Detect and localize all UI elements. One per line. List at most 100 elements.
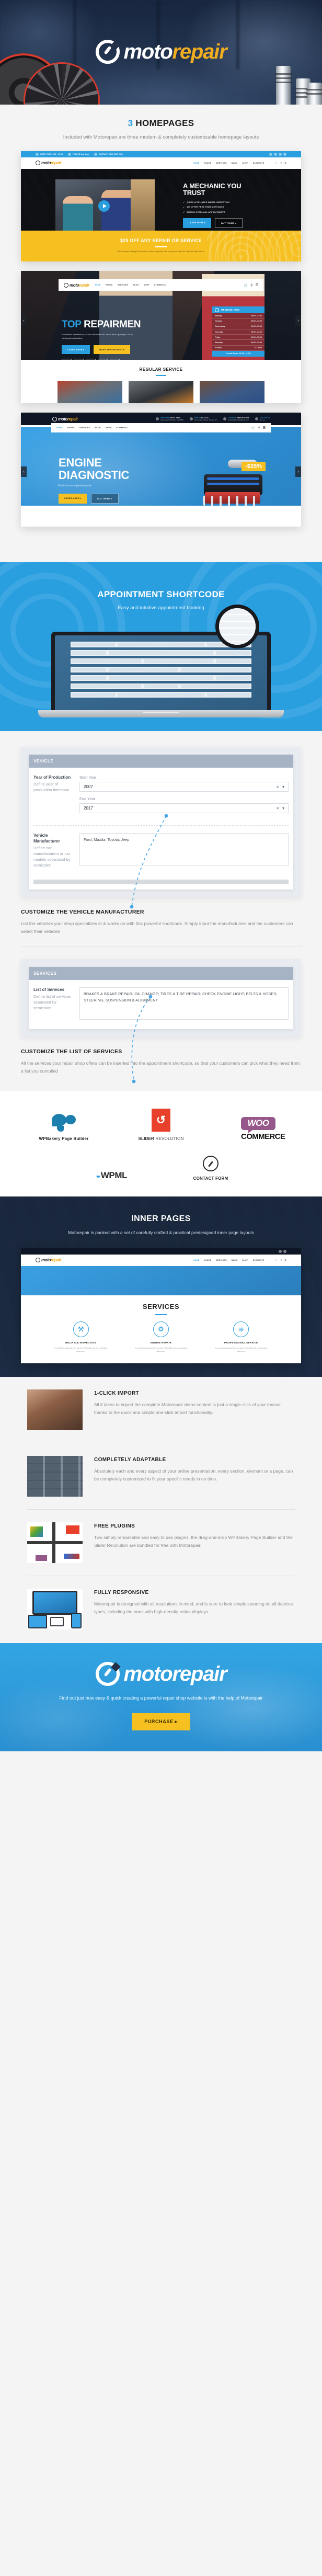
mock3-menu[interactable]: HOME PAGES SERVICES BLOG SHOP ELEMENTS (56, 427, 128, 429)
slider-prev-arrow[interactable]: ‹ (21, 315, 27, 326)
services-panel-outer: SERVICES List of Services Define list of… (21, 959, 301, 1038)
inner-logo[interactable]: motorepair (36, 1258, 61, 1263)
menu-item-pages[interactable]: PAGES (106, 284, 113, 286)
cart-icon[interactable]: 🛒 (251, 426, 255, 430)
homepage-mockup-2[interactable]: motorepair HOME PAGES SERVICES BLOG SHOP… (21, 271, 301, 404)
opening-row: Tuesday 09:00 - 17:00 (212, 318, 264, 324)
services-field-label: List of Services (33, 987, 65, 993)
menu-item-elements[interactable]: ELEMENTS (154, 284, 166, 286)
chevron-down-icon[interactable]: ▾ (282, 806, 284, 811)
inner-service-card[interactable]: ⚙ ENGINE REPAIR Pro inimicus sapientem a… (127, 1321, 194, 1353)
mock2-menu[interactable]: HOME PAGES SERVICES BLOG SHOP ELEMENTS (95, 284, 166, 286)
menu-item-services[interactable]: SERVICES (118, 284, 129, 286)
manufacturer-textarea[interactable]: Ford; Mazda; Toyota; Jeep (79, 833, 289, 866)
menu-item-services[interactable]: SERVICES (79, 427, 90, 429)
menu-item-shop[interactable]: SHOP (242, 162, 248, 164)
chevron-down-icon[interactable]: ▾ (282, 784, 284, 789)
mock1-logo[interactable]: motorepair (36, 161, 61, 166)
inner-service-card[interactable]: ⚒ RELIABLE INSPECTION Pro inimicus sapie… (47, 1321, 114, 1353)
menu-item-services[interactable]: SERVICES (216, 162, 227, 164)
search-icon[interactable]: ⚲ (250, 283, 252, 287)
start-year-value: 2007 (84, 784, 93, 790)
menu-item-blog[interactable]: BLOG (232, 1259, 238, 1261)
inner-menu[interactable]: HOME PAGES SERVICES BLOG SHOP ELEMENTS 🛒… (193, 1259, 286, 1261)
search-icon[interactable]: ⚲ (258, 426, 260, 430)
menu-item-blog[interactable]: BLOG (232, 162, 238, 164)
clear-icon[interactable]: × (277, 784, 279, 789)
slider-next-arrow[interactable]: › (295, 466, 301, 477)
slider-prev-arrow[interactable]: ‹ (21, 466, 27, 477)
mock1-promo-title: $25 OFF ANY REPAIR OR SERVICE (120, 237, 202, 243)
search-icon[interactable]: ⚲ (281, 1259, 282, 1261)
search-icon[interactable]: ⚲ (281, 162, 282, 164)
menu-item-pages[interactable]: PAGES (204, 1259, 211, 1261)
feature-title: FREE PLUGINS (94, 1523, 135, 1529)
menu-item-pages[interactable]: PAGES (67, 427, 75, 429)
homepage-mockup-3[interactable]: motorepair WORK TIME 09:00 - 17:00 Saturd… (21, 413, 301, 527)
linkedin-icon[interactable] (274, 152, 277, 156)
service-card-image[interactable] (129, 381, 193, 404)
grid-icon[interactable]: ☰ (256, 283, 258, 287)
clear-icon[interactable]: × (277, 806, 279, 811)
plugin-wpml: ◒WPML (77, 1170, 145, 1181)
mock1-brand-accent: repair (50, 161, 61, 166)
end-year-select[interactable]: 2017 × ▾ (79, 803, 289, 814)
social-icons[interactable]: ● ● ● ● (260, 419, 270, 421)
buy-theme-button[interactable]: BUY THEME ▸ (91, 494, 119, 504)
menu-item-elements[interactable]: ELEMENTS (116, 427, 128, 429)
feature-row-adaptable: COMPLETELY ADAPTABLE Absolutely each and… (0, 1443, 322, 1497)
mock3-logo[interactable]: motorepair (52, 416, 78, 421)
service-card-image[interactable] (58, 381, 122, 404)
mock1-menu[interactable]: HOME PAGES SERVICES BLOG SHOP ELEMENTS 🛒… (193, 162, 286, 164)
purchase-button[interactable]: PURCHASE ▸ (132, 1713, 190, 1730)
menu-item-blog[interactable]: BLOG (133, 284, 139, 286)
mock3-follow-us[interactable]: FOLLOW US ● ● ● ● (255, 417, 270, 421)
twitter-icon[interactable] (279, 1249, 282, 1253)
grid-icon[interactable]: ☰ (263, 426, 266, 430)
opening-title: OPENING TIME (221, 309, 240, 312)
facebook-icon[interactable] (279, 152, 282, 156)
start-year-select[interactable]: 2007 × ▾ (79, 782, 289, 792)
menu-item-shop[interactable]: SHOP (106, 427, 111, 429)
learn-more-button[interactable]: LEARN MORE ▸ (183, 218, 212, 229)
learn-more-button[interactable]: LEARN MORE ▸ (59, 494, 87, 504)
menu-item-pages[interactable]: PAGES (204, 162, 211, 164)
menu-item-shop[interactable]: SHOP (242, 1259, 248, 1261)
menu-item-home[interactable]: HOME (193, 162, 199, 164)
inner-banner (21, 1266, 301, 1295)
service-card-image[interactable] (200, 381, 264, 404)
cart-icon[interactable]: 🛒 (275, 1259, 278, 1261)
inner-pages-mockup[interactable]: motorepair HOME PAGES SERVICES BLOG SHOP… (21, 1248, 301, 1363)
learn-more-button[interactable]: LEARN MORE ▸ (62, 345, 90, 354)
buy-theme-button[interactable]: BUY THEME ▸ (215, 218, 243, 229)
speedometer-icon (95, 40, 120, 64)
feature-row-import: 1-CLICK IMPORT All it takes to import th… (0, 1377, 322, 1430)
play-button[interactable] (98, 200, 110, 212)
google-icon[interactable] (283, 152, 286, 156)
menu-item-home[interactable]: HOME (95, 284, 101, 286)
plugin-wpml-label: WPML (100, 1170, 128, 1181)
grid-icon[interactable]: ☰ (284, 1259, 286, 1261)
menu-item-blog[interactable]: BLOG (95, 427, 101, 429)
facebook-icon[interactable] (283, 1249, 286, 1253)
menu-item-services[interactable]: SERVICES (216, 1259, 227, 1261)
menu-item-elements[interactable]: ELEMENTS (253, 162, 264, 164)
menu-item-elements[interactable]: ELEMENTS (253, 1259, 264, 1261)
mock1-navbar: motorepair HOME PAGES SERVICES BLOG SHOP… (21, 157, 301, 169)
menu-item-home[interactable]: HOME (193, 1259, 199, 1261)
mock2-logo[interactable]: motorepair (64, 282, 89, 288)
slider-next-arrow[interactable]: › (295, 315, 301, 326)
grid-icon[interactable]: ☰ (284, 162, 286, 164)
services-textarea[interactable]: BRAKES & BRAKE REPAIR; OIL CHANGE; TIRES… (79, 987, 289, 1020)
twitter-icon[interactable] (269, 152, 272, 156)
homepage-mockup-1[interactable]: WORK TIME 09:00 - 17:00 FIND US New York… (21, 151, 301, 262)
cart-icon[interactable]: 🛒 (244, 283, 248, 287)
inner-service-card[interactable]: ⎈ PROFESSIONAL SERVICE Pro inimicus sapi… (208, 1321, 275, 1353)
menu-item-home[interactable]: HOME (56, 427, 63, 429)
menu-item-shop[interactable]: SHOP (144, 284, 150, 286)
mock1-brand-light: moto (41, 161, 51, 166)
make-appointment-button[interactable]: MAKE APPOINTMENT ▸ (94, 345, 131, 354)
cart-icon[interactable]: 🛒 (275, 162, 278, 164)
tire-icon: ◉ (74, 358, 84, 360)
mock1-social-links[interactable] (269, 152, 286, 156)
